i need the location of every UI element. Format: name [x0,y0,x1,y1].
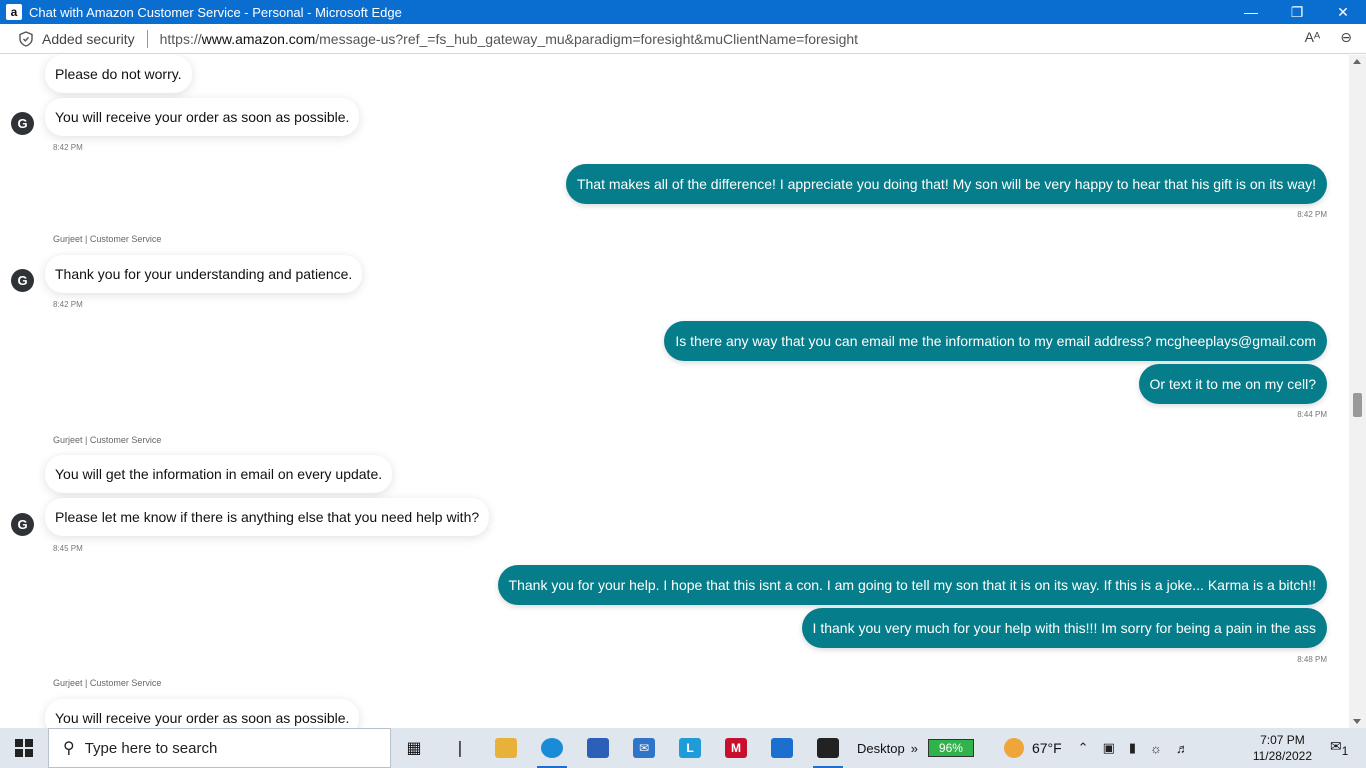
edge-browser-icon[interactable] [529,728,575,768]
search-placeholder: Type here to search [84,739,218,757]
customer-message: That makes all of the difference! I appr… [565,164,1327,204]
battery-icon[interactable]: ▮ [1129,740,1136,756]
task-view-icon[interactable]: ▦ [391,728,437,768]
agent-message: You will receive your order as soon as p… [45,98,360,136]
customer-message: Is there any way that you can email me t… [664,321,1327,361]
battery-badge[interactable]: 96% [927,739,974,757]
scroll-up-icon[interactable] [1353,59,1361,64]
mail-icon[interactable]: ✉ [621,728,667,768]
taskbar: ⚲ Type here to search ▦ ❘ ✉ L M Desktop … [0,728,1366,768]
url-prefix: https:// [159,30,202,47]
zoom-icon[interactable]: ⊖ [1340,29,1352,46]
url-path: /message-us?ref_=fs_hub_gateway_mu&parad… [315,30,859,47]
desktop-toolbar-label[interactable]: Desktop [857,741,905,756]
weather-widget[interactable]: 67°F [1003,738,1062,758]
url-host: www.amazon.com [201,30,316,47]
system-tray: ⌃ ▣ ▮ ☼ ♬ [1078,740,1189,756]
customer-message: Or text it to me on my cell? [1138,364,1327,404]
close-button[interactable]: ✕ [1320,0,1366,24]
agent-message: You will receive your order as soon as p… [45,699,360,728]
message-timestamp: 8:44 PM [1297,410,1327,419]
amazon-app-taskbar-icon[interactable] [805,728,851,768]
message-timestamp: 8:42 PM [53,143,83,152]
windows-logo-icon [15,739,33,757]
chevron-icon[interactable]: » [911,741,918,756]
notification-count: 1 [1341,744,1349,758]
customer-message: Thank you for your help. I hope that thi… [497,565,1327,605]
title-bar: a Chat with Amazon Customer Service - Pe… [0,0,1366,24]
sender-label: Gurjeet | Customer Service [53,435,162,445]
restore-button[interactable]: ❐ [1274,0,1320,24]
customer-message: I thank you very much for your help with… [801,608,1327,648]
temperature: 67°F [1031,740,1062,756]
message-timestamp: 8:42 PM [1297,210,1327,219]
notification-icon[interactable]: ✉1 [1330,738,1352,758]
agent-message: You will get the information in email on… [45,455,393,493]
scroll-down-icon[interactable] [1353,719,1361,724]
agent-avatar: G [11,269,34,292]
toolbar-divider-icon: ❘ [453,740,467,757]
minimize-button[interactable]: — [1228,0,1274,24]
window-title: Chat with Amazon Customer Service - Pers… [29,4,402,20]
vertical-scrollbar[interactable] [1349,55,1366,728]
read-aloud-icon[interactable]: Aᴬ [1305,29,1321,46]
security-label[interactable]: Added security [42,31,135,47]
address-bar: Added security https://www.amazon.com/me… [0,24,1366,54]
app-window-icon[interactable] [759,728,805,768]
l-app-icon[interactable]: L [667,728,713,768]
agent-message: Thank you for your understanding and pat… [45,255,363,293]
message-timestamp: 8:42 PM [53,300,83,309]
clock-time: 7:07 PM [1260,733,1305,747]
agent-avatar: G [11,513,34,536]
url-field[interactable]: https://www.amazon.com/message-us?ref_=f… [160,31,858,47]
file-explorer-icon[interactable] [483,728,529,768]
message-timestamp: 8:45 PM [53,544,83,553]
chat-transcript: Please do not worry. G You will receive … [0,55,1349,728]
system-clock[interactable]: 7:07 PM 11/28/2022 [1253,732,1312,764]
search-icon: ⚲ [63,740,75,757]
clock-date: 11/28/2022 [1252,749,1312,763]
shield-icon[interactable] [18,30,34,47]
mcafee-shield-icon[interactable]: M [713,728,759,768]
taskbar-search[interactable]: ⚲ Type here to search [48,728,391,768]
meet-now-icon[interactable]: ▣ [1103,740,1115,756]
moon-icon [1003,738,1024,758]
sender-label: Gurjeet | Customer Service [53,678,162,688]
start-button[interactable] [0,728,48,768]
sender-label: Gurjeet | Customer Service [53,234,162,244]
amazon-app-icon: a [6,4,22,20]
address-divider [146,29,148,48]
tray-chevron-icon[interactable]: ⌃ [1078,740,1089,756]
store-icon[interactable] [575,728,621,768]
message-timestamp: 8:48 PM [1297,655,1327,664]
agent-message: Please do not worry. [45,55,192,93]
agent-avatar: G [11,112,34,135]
volume-icon[interactable]: ♬ [1176,741,1189,756]
wifi-icon[interactable]: ☼ [1150,741,1162,756]
agent-message: Please let me know if there is anything … [45,498,490,536]
scrollbar-thumb[interactable] [1353,393,1362,417]
